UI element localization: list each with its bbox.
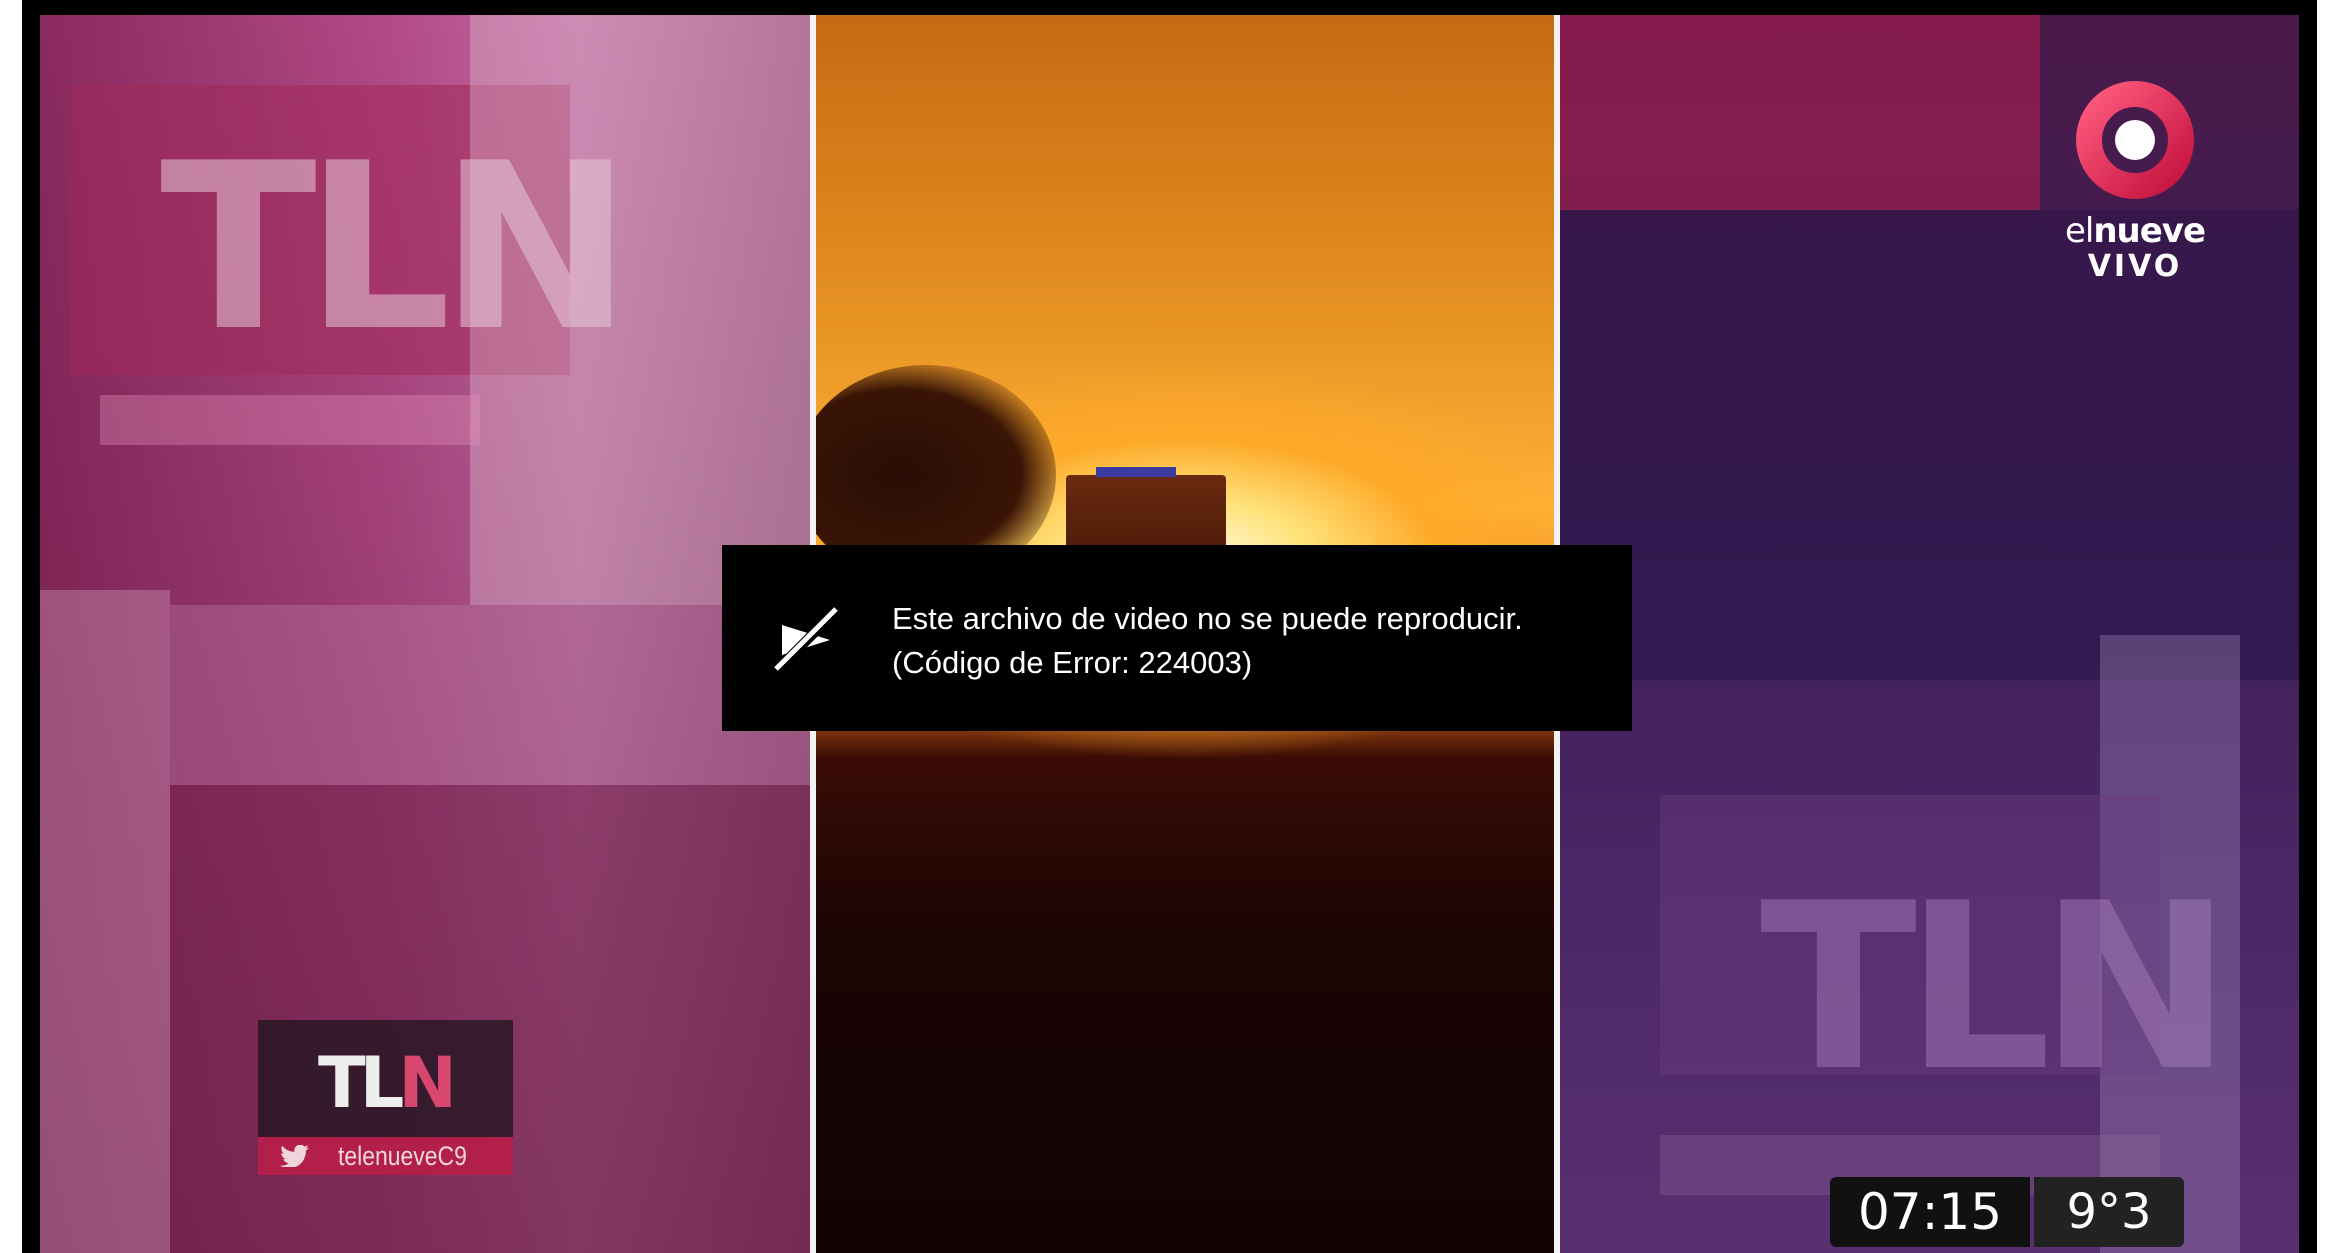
twitter-icon xyxy=(280,1145,309,1167)
channel-logo: elnueve VIVO xyxy=(2060,80,2210,320)
program-logo: TLN xyxy=(318,1042,457,1124)
program-badge: TLN telenueveC9 xyxy=(258,1020,513,1175)
social-handle: telenueveC9 xyxy=(338,1141,467,1171)
channel-name: elnueve xyxy=(2064,211,2206,251)
clock: 07:15 xyxy=(1830,1177,2030,1247)
broken-video-icon xyxy=(770,603,844,677)
playback-error-dialog: Este archivo de video no se puede reprod… xyxy=(722,545,1632,731)
social-handle-row: telenueveC9 xyxy=(258,1137,513,1175)
temperature: 9°3 xyxy=(2034,1177,2184,1247)
error-message: Este archivo de video no se puede reprod… xyxy=(892,597,1523,685)
error-code: (Código de Error: 224003) xyxy=(892,645,1253,680)
live-label: VIVO xyxy=(2087,249,2183,284)
channel-ring-icon xyxy=(2076,81,2194,199)
background-logo-right: TLN xyxy=(1760,855,2232,1122)
video-player[interactable]: TLN TLN elnueve VIVO TLN telenueveC9 07:… xyxy=(22,0,2317,1253)
error-text: Este archivo de video no se puede reprod… xyxy=(892,601,1523,636)
background-logo-left: TLN xyxy=(160,115,632,382)
